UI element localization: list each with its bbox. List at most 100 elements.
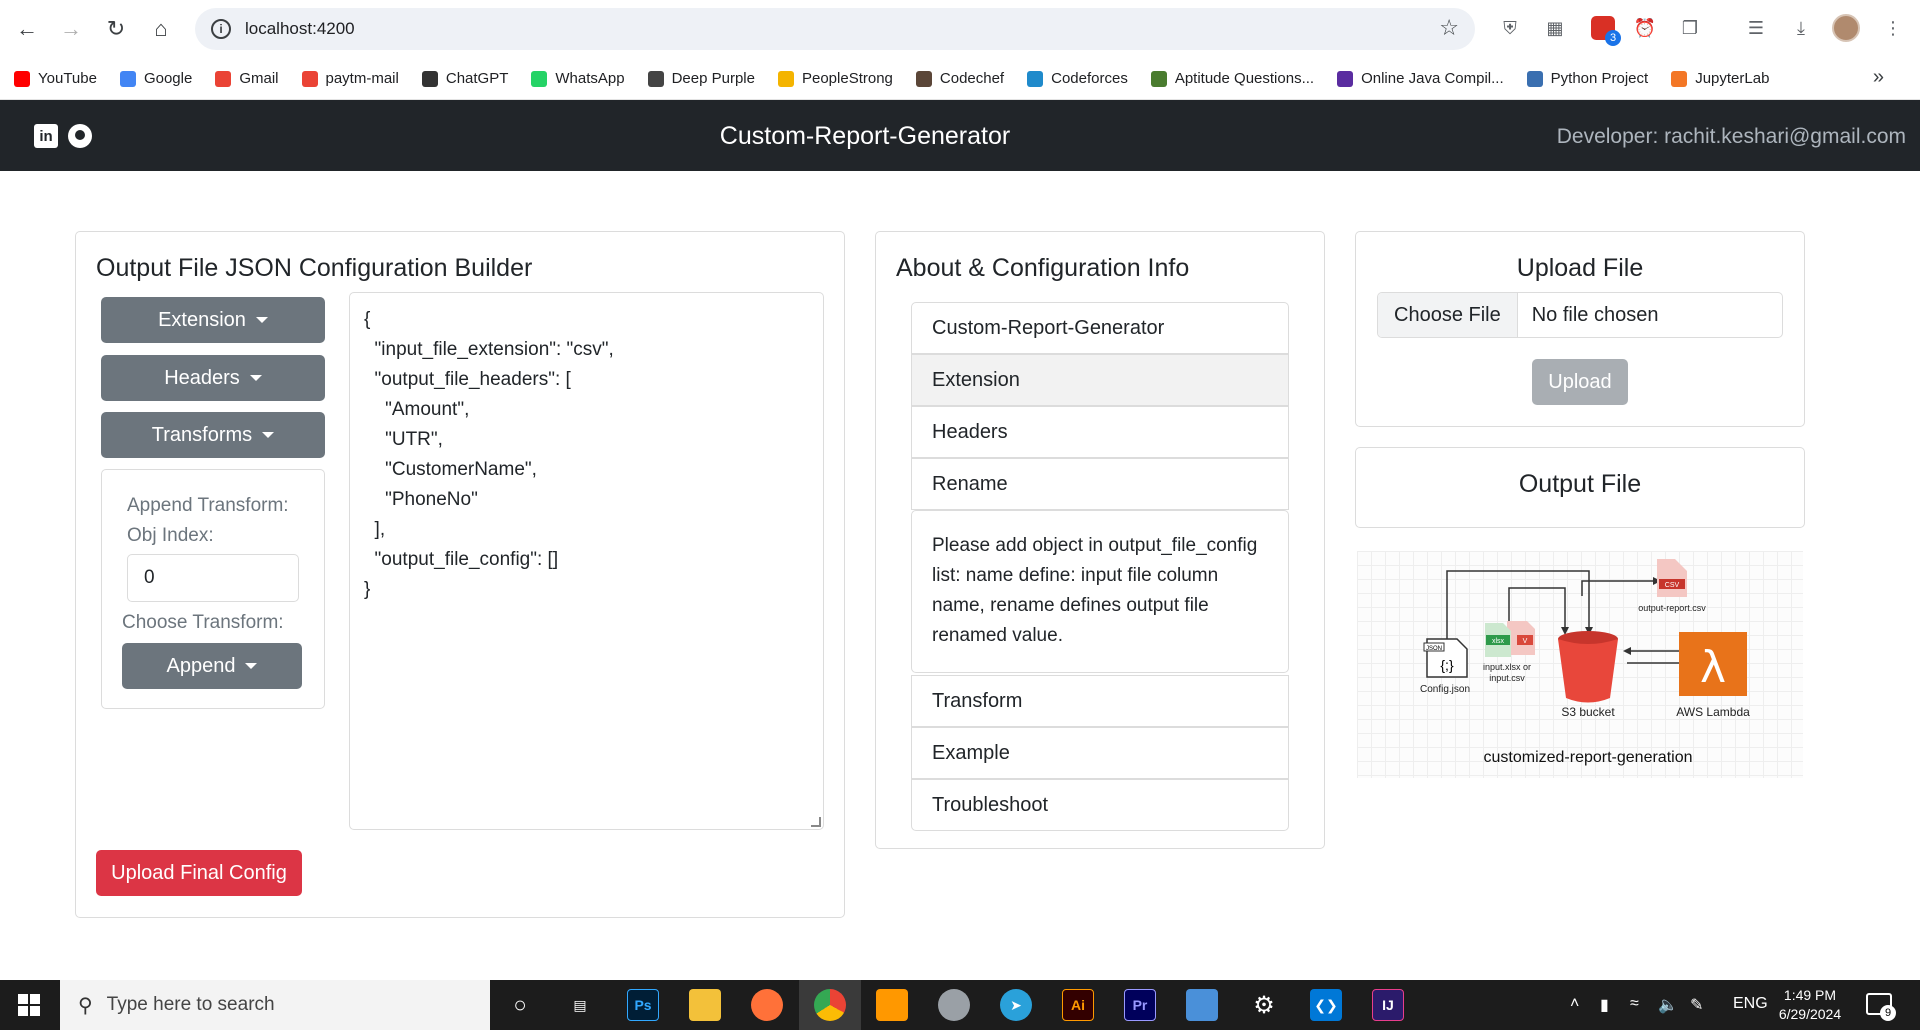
bookmark-item[interactable]: Python Project — [1526, 70, 1648, 87]
chrome-icon[interactable] — [814, 989, 846, 1021]
json-config-textarea[interactable]: { "input_file_extension": "csv", "output… — [349, 292, 824, 830]
input-label-line-2: input.csv — [1489, 673, 1525, 683]
accordion-item-transform[interactable]: Transform — [911, 675, 1289, 727]
bookmark-label: PeopleStrong — [801, 70, 893, 87]
about-title: About & Configuration Info — [896, 254, 1190, 282]
choose-file-button[interactable]: Choose File — [1378, 293, 1518, 337]
accordion-item-headers[interactable]: Headers — [911, 406, 1289, 458]
peoplestrong-icon — [777, 70, 794, 87]
telegram-icon[interactable]: ➤ — [1000, 989, 1032, 1021]
clock-date: 6/29/2024 — [1778, 1006, 1842, 1022]
media-control-icon[interactable]: ☰ — [1743, 15, 1769, 41]
app-icon[interactable] — [938, 989, 970, 1021]
bookmark-item[interactable]: Google — [119, 70, 192, 87]
config-tag: JSON — [1426, 646, 1442, 652]
kebab-menu-icon[interactable]: ⋮ — [1880, 15, 1906, 41]
task-view-icon[interactable]: ▤ — [564, 989, 596, 1021]
home-icon[interactable]: ⌂ — [146, 14, 176, 44]
bookmark-item[interactable]: WhatsApp — [531, 70, 625, 87]
youtube-icon — [14, 70, 30, 87]
more-bookmarks-icon[interactable]: » — [1873, 66, 1884, 89]
volume-icon[interactable]: 🔈 — [1658, 995, 1678, 1015]
transform-type-dropdown[interactable]: Append — [122, 643, 302, 689]
bookmark-item[interactable]: JupyterLab — [1671, 70, 1769, 87]
bookmark-item[interactable]: Codechef — [915, 70, 1004, 87]
append-transform-label: Append Transform: — [127, 495, 289, 516]
headers-dropdown-label: Headers — [164, 366, 240, 389]
accordion-item-rename[interactable]: Rename — [911, 458, 1289, 510]
svg-text:V: V — [1523, 638, 1528, 645]
extension-badge-icon[interactable]: 3 — [1591, 16, 1621, 46]
codeforces-icon — [1027, 70, 1044, 87]
windows-start-icon[interactable] — [18, 994, 40, 1016]
bookmark-item[interactable]: Online Java Compil... — [1337, 70, 1504, 87]
bookmarks-bar: YouTube Google Gmail paytm-mail ChatGPT Whats… — [0, 58, 1920, 100]
output-title: Output File — [1518, 470, 1642, 498]
download-icon[interactable]: ⤓ — [1788, 15, 1814, 41]
settings-gear-icon[interactable]: ⚙ — [1248, 989, 1280, 1021]
bookmark-item[interactable]: Aptitude Questions... — [1150, 70, 1314, 87]
bookmark-label: ChatGPT — [445, 70, 509, 87]
notification-count: 9 — [1880, 1005, 1896, 1021]
caret-down-icon — [245, 663, 258, 669]
output-file-card: Output File — [1355, 447, 1805, 528]
notification-center-icon[interactable]: 9 — [1866, 993, 1896, 1021]
puzzle-extensions-icon[interactable]: ❐ — [1677, 15, 1703, 41]
wifi-icon[interactable]: ≈ — [1630, 995, 1639, 1013]
taskbar-search-box[interactable]: ⚲ Type here to search — [60, 980, 490, 1030]
bookmark-item[interactable]: Deep Purple — [647, 70, 755, 87]
site-info-icon[interactable]: i — [211, 19, 231, 39]
pen-icon[interactable]: ✎ — [1690, 995, 1703, 1015]
obj-index-input[interactable]: 0 — [127, 554, 299, 602]
url-text[interactable]: localhost:4200 — [245, 19, 355, 39]
address-bar[interactable]: i localhost:4200 ☆ — [195, 8, 1475, 50]
accordion-item-overview[interactable]: Custom-Report-Generator — [911, 302, 1289, 354]
taskbar-search-placeholder[interactable]: Type here to search — [107, 994, 275, 1016]
resize-handle-icon[interactable] — [811, 817, 821, 827]
headers-dropdown[interactable]: Headers — [101, 355, 325, 401]
premiere-icon[interactable]: Pr — [1124, 989, 1156, 1021]
photos-icon[interactable] — [1186, 989, 1218, 1021]
profile-avatar[interactable] — [1832, 14, 1860, 42]
bookmark-item[interactable]: Codeforces — [1027, 70, 1128, 87]
gmail-icon — [301, 70, 318, 87]
accordion-item-example[interactable]: Example — [911, 727, 1289, 779]
reload-icon[interactable]: ↻ — [101, 14, 131, 44]
back-icon[interactable]: ← — [12, 14, 42, 44]
accordion-item-troubleshoot[interactable]: Troubleshoot — [911, 779, 1289, 831]
vscode-icon[interactable]: ❮❯ — [1310, 989, 1342, 1021]
language-indicator[interactable]: ENG — [1733, 995, 1768, 1013]
cortana-icon[interactable]: ○ — [504, 989, 536, 1021]
choose-transform-label: Choose Transform: — [122, 612, 284, 633]
alarm-extension-icon[interactable]: ⏰ — [1632, 15, 1658, 41]
bookmark-item[interactable]: paytm-mail — [301, 70, 399, 87]
json-config-text[interactable]: { "input_file_extension": "csv", "output… — [364, 305, 614, 605]
bookmark-item[interactable]: ChatGPT — [421, 70, 509, 87]
shield-extension-icon[interactable]: ⛨ — [1497, 15, 1523, 41]
bookmark-item[interactable]: Gmail — [215, 70, 279, 87]
transforms-dropdown[interactable]: Transforms — [101, 412, 325, 458]
firefox-icon[interactable] — [751, 989, 783, 1021]
bookmark-item[interactable]: PeopleStrong — [777, 70, 893, 87]
file-input[interactable]: Choose File No file chosen — [1377, 292, 1783, 338]
illustrator-icon[interactable]: Ai — [1062, 989, 1094, 1021]
intellij-icon[interactable]: IJ — [1372, 989, 1404, 1021]
bookmark-star-icon[interactable]: ☆ — [1439, 15, 1459, 41]
system-clock[interactable]: 1:49 PM 6/29/2024 — [1770, 986, 1850, 1024]
caret-down-icon — [249, 375, 262, 381]
config-builder-card: Output File JSON Configuration Builder E… — [75, 231, 845, 918]
forward-icon[interactable]: → — [56, 14, 86, 44]
file-explorer-icon[interactable] — [689, 989, 721, 1021]
show-hidden-icons[interactable]: ˄ — [1570, 995, 1579, 1013]
upload-final-config-button[interactable]: Upload Final Config — [96, 850, 302, 896]
aws-lambda-label: AWS Lambda — [1676, 705, 1750, 719]
photoshop-icon[interactable]: Ps — [627, 989, 659, 1021]
qr-extension-icon[interactable]: ▦ — [1542, 15, 1568, 41]
upload-button[interactable]: Upload — [1532, 359, 1628, 405]
extension-dropdown[interactable]: Extension — [101, 297, 325, 343]
battery-icon[interactable]: ▮ — [1600, 995, 1609, 1015]
architecture-diagram: JSON {;} Config.json xlsx V input.xlsx o… — [1357, 551, 1803, 778]
accordion-item-extension[interactable]: Extension — [911, 354, 1289, 406]
bookmark-item[interactable]: YouTube — [14, 70, 97, 87]
sublime-text-icon[interactable] — [876, 989, 908, 1021]
